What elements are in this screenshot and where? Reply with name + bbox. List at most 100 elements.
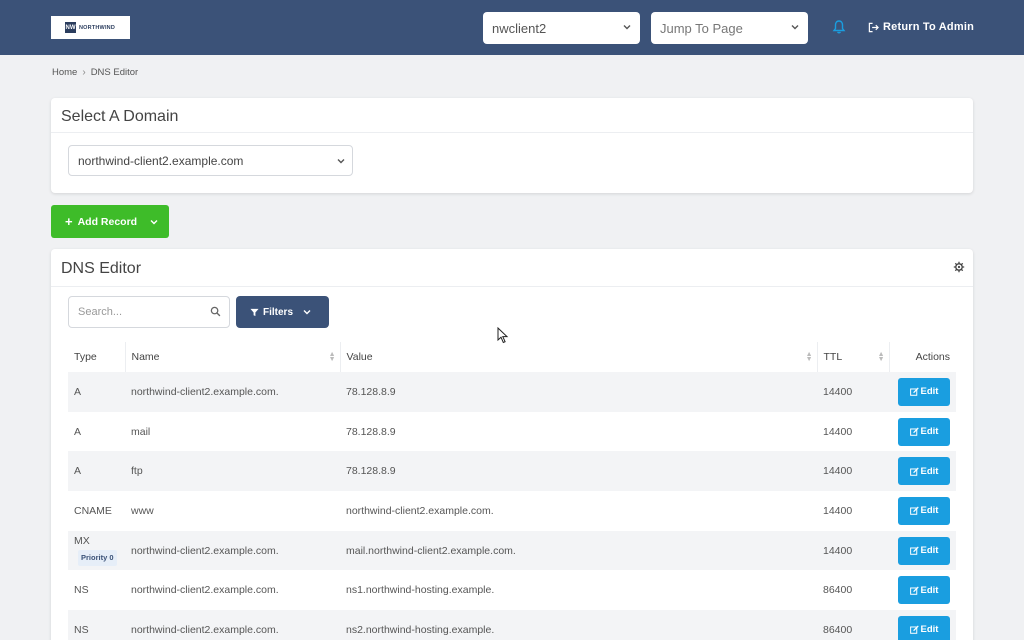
column-header-name[interactable]: Name ▲ ▼ (125, 342, 341, 372)
cell-value: 78.128.8.9 (340, 451, 817, 492)
breadcrumb-home[interactable]: Home (52, 67, 77, 78)
logo-mark: NW (65, 22, 76, 33)
table-row: MX Priority 0 northwind-client2.example.co… (68, 530, 956, 571)
cell-actions: Edit (889, 372, 956, 412)
cell-value: 78.128.8.9 (340, 412, 817, 452)
search-icon (210, 306, 221, 317)
edit-label: Edit (920, 386, 939, 398)
edit-record-button[interactable]: Edit (898, 536, 950, 565)
table-header-row: Type Name ▲ ▼ Value ▲ ▼ TTL ▲ ▼ Actions (68, 342, 956, 372)
edit-record-button[interactable]: Edit (898, 615, 950, 640)
cell-ttl: 14400 (817, 451, 889, 492)
priority-badge: Priority 0 (78, 550, 117, 567)
add-record-label: Add Record (77, 215, 138, 228)
bell-icon[interactable] (831, 19, 847, 35)
cell-type: A (68, 412, 125, 452)
search-input[interactable]: Search... (68, 296, 230, 328)
column-header-ttl-label: TTL (823, 351, 843, 363)
table-row: NS northwind-client2.example.com. ns2.nort… (68, 610, 956, 640)
chevron-down-icon (623, 25, 631, 30)
record-value: ns1.northwind-hosting.example. (346, 584, 495, 597)
filters-button[interactable]: Filters (236, 296, 329, 328)
column-header-type[interactable]: Type (68, 342, 126, 372)
cell-name: mail (125, 412, 340, 452)
record-ttl: 14400 (823, 425, 853, 438)
edit-label: Edit (920, 624, 939, 636)
cell-name: northwind-client2.example.com. (125, 530, 340, 571)
record-ttl: 86400 (823, 584, 853, 597)
cell-name: northwind-client2.example.com. (125, 570, 340, 610)
record-type: A (74, 425, 82, 438)
brand-logo[interactable]: NW NORTHWIND (51, 16, 130, 39)
dns-editor-title: DNS Editor (51, 249, 973, 287)
record-value: mail.northwind-client2.example.com. (346, 544, 516, 557)
breadcrumb: Home › DNS Editor (52, 67, 138, 78)
cell-ttl: 14400 (817, 491, 889, 531)
table-row: Amail 78.128.8.9 14400 Edit (68, 412, 956, 452)
record-name: www (131, 504, 154, 517)
record-type: NS (74, 584, 89, 597)
add-record-button[interactable]: + Add Record (51, 205, 169, 238)
cell-value: ns2.northwind-hosting.example. (340, 610, 817, 640)
record-type: NS (74, 623, 89, 636)
cell-type: NS (68, 570, 125, 610)
column-header-actions: Actions (889, 342, 956, 372)
column-header-actions-label: Actions (915, 351, 950, 363)
record-value: 78.128.8.9 (346, 425, 396, 438)
cell-type: A (68, 451, 125, 492)
record-value: northwind-client2.example.com. (346, 504, 494, 517)
mouse-cursor-icon (497, 327, 509, 344)
jump-to-page-select[interactable]: Jump To Page (651, 12, 808, 44)
edit-icon (909, 586, 919, 595)
column-header-value[interactable]: Value ▲ ▼ (340, 342, 818, 372)
edit-record-button[interactable]: Edit (898, 576, 950, 605)
edit-record-button[interactable]: Edit (898, 496, 950, 525)
edit-record-button[interactable]: Edit (898, 417, 950, 446)
sort-icon: ▲ ▼ (805, 351, 813, 363)
client-select[interactable]: nwclient2 (483, 12, 640, 44)
dns-editor-card: DNS Editor Search... Filters Type Name ▲ ▼… (51, 249, 973, 640)
column-header-name-label: Name (131, 351, 160, 363)
edit-record-button[interactable]: Edit (898, 377, 950, 406)
domain-select[interactable]: northwind-client2.example.com (68, 145, 353, 176)
table-row: NS northwind-client2.example.com. ns1.nort… (68, 570, 956, 610)
edit-icon (909, 467, 919, 476)
cell-name: www (125, 491, 340, 531)
jump-to-page-placeholder: Jump To Page (660, 20, 743, 36)
record-name: mail (131, 425, 151, 438)
edit-label: Edit (920, 505, 939, 517)
filters-label: Filters (263, 306, 294, 318)
record-name: northwind-client2.example.com. (131, 584, 279, 597)
return-to-admin-link[interactable]: Return To Admin (868, 21, 974, 33)
dns-records-table: Type Name ▲ ▼ Value ▲ ▼ TTL ▲ ▼ Actions Anorth… (68, 342, 956, 640)
cell-actions: Edit (889, 530, 956, 571)
cell-actions: Edit (889, 412, 956, 452)
column-header-ttl[interactable]: TTL ▲ ▼ (817, 342, 890, 372)
edit-label: Edit (920, 545, 939, 557)
edit-record-button[interactable]: Edit (898, 457, 950, 486)
domain-select-value: northwind-client2.example.com (78, 154, 244, 168)
record-value: 78.128.8.9 (346, 465, 396, 478)
cell-ttl: 14400 (817, 372, 889, 412)
column-header-value-label: Value (346, 351, 373, 363)
record-value: ns2.northwind-hosting.example. (346, 623, 495, 636)
return-to-admin-label: Return To Admin (883, 21, 974, 33)
select-domain-card: Select A Domain northwind-client2.exampl… (51, 98, 973, 193)
breadcrumb-current: DNS Editor (90, 67, 139, 78)
table-row: Anorthwind-client2.example.com. 78.128.8.… (68, 372, 956, 412)
chevron-down-icon (791, 25, 799, 30)
sort-icon: ▲ ▼ (328, 351, 336, 363)
cell-value: mail.northwind-client2.example.com. (340, 530, 817, 571)
cell-ttl: 86400 (817, 610, 889, 640)
sort-icon: ▲ ▼ (877, 351, 885, 363)
cell-ttl: 86400 (817, 570, 889, 610)
chevron-down-icon (303, 310, 311, 315)
gear-icon[interactable] (953, 261, 965, 273)
cell-actions: Edit (889, 610, 956, 640)
cell-name: northwind-client2.example.com. (125, 610, 340, 640)
cell-name: ftp (125, 451, 340, 492)
edit-icon (909, 387, 919, 397)
cell-name: northwind-client2.example.com. (125, 372, 340, 412)
cell-type: NS (68, 610, 125, 640)
logo-text: NORTHWIND (79, 24, 116, 31)
